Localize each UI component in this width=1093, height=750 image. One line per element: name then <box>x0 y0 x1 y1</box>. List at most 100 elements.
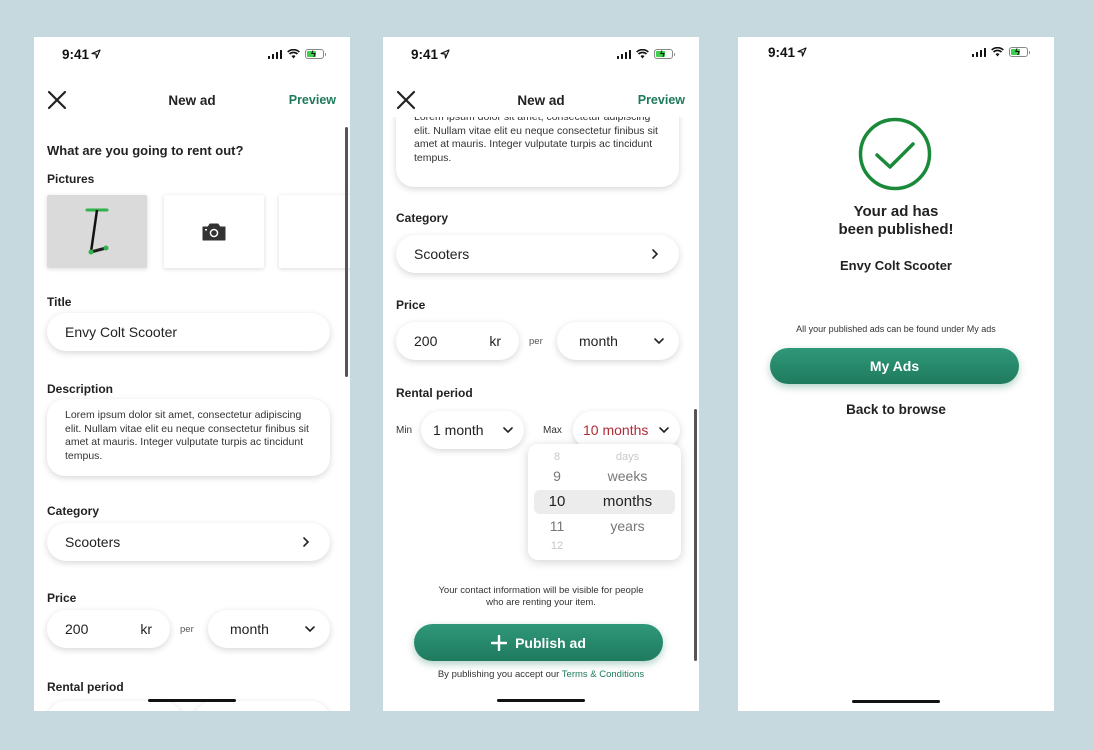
category-value: Scooters <box>65 534 121 550</box>
status-bar: 9:41 ϟ <box>383 37 699 71</box>
price-label: Price <box>396 298 426 312</box>
home-indicator[interactable] <box>148 699 236 702</box>
wifi-icon <box>287 49 300 59</box>
picker-number-option[interactable]: 9 <box>528 468 586 484</box>
rental-min-select[interactable] <box>47 701 182 711</box>
chevron-down-icon <box>654 338 664 345</box>
location-arrow-icon <box>91 49 101 59</box>
location-arrow-icon <box>440 49 450 59</box>
chevron-down-icon <box>503 427 513 434</box>
category-value: Scooters <box>414 246 470 262</box>
chevron-down-icon <box>305 626 315 633</box>
wifi-icon <box>991 47 1004 57</box>
screen-ad-published: 9:41 ϟ Your ad has been published! Envy … <box>738 37 1054 711</box>
description-input-value: Lorem ipsum dolor sit amet, consectetur … <box>414 117 658 164</box>
nav-bar: New ad Preview <box>383 83 699 117</box>
price-amount-input[interactable]: 200 kr <box>396 322 519 360</box>
scrollbar[interactable] <box>345 127 348 377</box>
form-heading: What are you going to rent out? <box>47 143 244 158</box>
plus-icon <box>491 634 508 651</box>
my-ads-label: My Ads <box>869 358 920 374</box>
close-icon[interactable] <box>395 89 417 111</box>
currency-label: kr <box>140 621 152 637</box>
status-bar: 9:41 ϟ <box>738 37 1054 69</box>
success-heading: Your ad has been published! <box>838 203 954 238</box>
empty-photo-slot[interactable] <box>279 195 350 268</box>
per-label: per <box>529 336 543 347</box>
battery-charging-icon: ϟ <box>654 49 675 59</box>
description-input[interactable]: Lorem ipsum dolor sit amet, consectetur … <box>396 117 679 187</box>
picture-thumbnail[interactable] <box>47 195 147 268</box>
description-input[interactable]: Lorem ipsum dolor sit amet, consectetur … <box>47 399 330 476</box>
home-indicator[interactable] <box>852 700 940 703</box>
title-label: Title <box>47 295 72 309</box>
nav-bar: New ad Preview <box>34 83 350 117</box>
battery-charging-icon: ϟ <box>305 49 326 59</box>
picker-number-selected[interactable]: 10 <box>528 493 586 510</box>
currency-label: kr <box>489 333 501 349</box>
picker-unit-option[interactable]: weeks <box>586 468 681 484</box>
status-time: 9:41 <box>768 44 796 60</box>
max-label: Max <box>543 425 562 436</box>
chevron-right-icon <box>652 249 659 259</box>
add-photo-button[interactable] <box>164 195 264 268</box>
description-label: Description <box>47 382 114 396</box>
success-check-icon <box>858 117 932 191</box>
min-label: Min <box>396 425 413 436</box>
cellular-signal-icon <box>616 49 631 59</box>
scrollbar[interactable] <box>694 409 697 661</box>
location-arrow-icon <box>797 47 807 57</box>
description-input-value: Lorem ipsum dolor sit amet, consectetur … <box>65 409 309 462</box>
price-amount-value: 200 <box>414 333 438 349</box>
rental-max-value: 10 months <box>583 422 649 438</box>
price-unit-select[interactable]: month <box>557 322 679 360</box>
price-label: Price <box>47 591 77 605</box>
chevron-up-icon <box>659 427 669 434</box>
price-amount-value: 200 <box>65 621 89 637</box>
wifi-icon <box>636 49 649 59</box>
status-time: 9:41 <box>411 46 439 62</box>
terms-notice: By publishing you accept our Terms & Con… <box>437 669 645 680</box>
picker-number-option[interactable]: 12 <box>528 540 586 552</box>
picker-number-option[interactable]: 8 <box>528 451 586 464</box>
status-bar: 9:41 ϟ <box>34 37 350 71</box>
cellular-signal-icon <box>971 47 986 57</box>
preview-button[interactable]: Preview <box>289 93 336 107</box>
camera-icon <box>202 223 226 240</box>
screen-new-ad-bottom: 9:41 ϟ New ad Preview Lorem ipsum dolor … <box>383 37 699 711</box>
category-label: Category <box>47 504 100 518</box>
battery-charging-icon: ϟ <box>1009 47 1030 57</box>
status-time: 9:41 <box>62 46 90 62</box>
title-input[interactable]: Envy Colt Scooter <box>47 313 330 351</box>
back-to-browse-button[interactable]: Back to browse <box>738 402 1054 417</box>
per-label: per <box>180 624 194 635</box>
home-indicator[interactable] <box>497 699 585 702</box>
picker-unit-selected[interactable]: months <box>586 493 681 510</box>
published-item-name: Envy Colt Scooter <box>840 258 952 273</box>
category-select[interactable]: Scooters <box>396 235 679 273</box>
scooter-image <box>85 208 109 255</box>
picker-unit-option[interactable]: years <box>586 518 681 534</box>
price-unit-value: month <box>579 333 618 349</box>
price-amount-input[interactable]: 200 kr <box>47 610 170 648</box>
price-unit-value: month <box>230 621 269 637</box>
contact-notice: Your contact information will be visible… <box>438 585 644 608</box>
rental-min-select[interactable]: 1 month <box>421 411 524 449</box>
picker-number-option[interactable]: 11 <box>528 518 586 534</box>
preview-button[interactable]: Preview <box>638 93 685 107</box>
publish-ad-button[interactable]: Publish ad <box>414 624 663 661</box>
picker-unit-option[interactable]: days <box>586 451 681 464</box>
page-title: New ad <box>517 92 565 108</box>
rental-max-select[interactable] <box>194 701 330 711</box>
my-ads-button[interactable]: My Ads <box>770 348 1019 384</box>
category-select[interactable]: Scooters <box>47 523 330 561</box>
terms-link[interactable]: Terms & Conditions <box>562 669 644 680</box>
chevron-right-icon <box>303 537 310 547</box>
my-ads-notice: All your published ads can be found unde… <box>796 324 996 334</box>
close-icon[interactable] <box>46 89 68 111</box>
rental-period-label: Rental period <box>396 386 473 400</box>
rental-min-value: 1 month <box>433 422 484 438</box>
title-input-value: Envy Colt Scooter <box>65 324 178 340</box>
duration-picker[interactable]: 8 days 9 weeks 10 months 11 years 12 <box>528 444 681 560</box>
price-unit-select[interactable]: month <box>208 610 330 648</box>
